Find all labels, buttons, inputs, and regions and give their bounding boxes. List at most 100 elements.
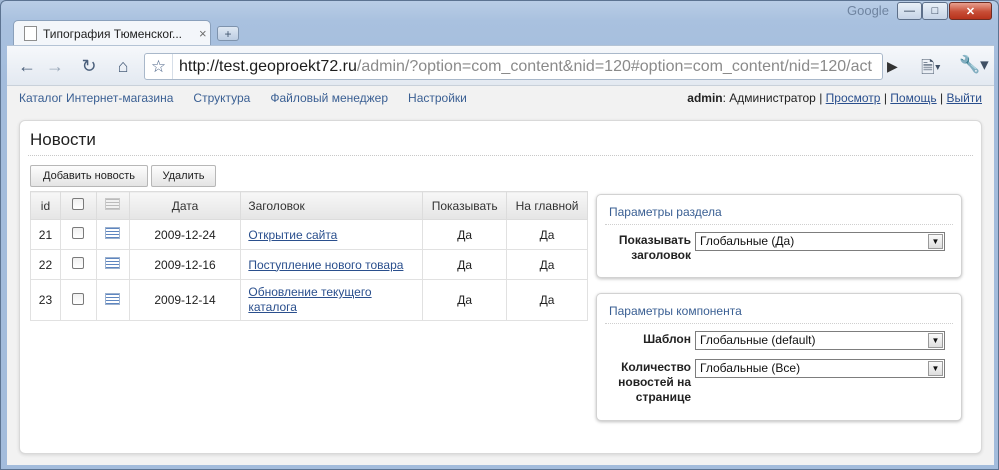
row-icon-cell xyxy=(95,249,130,280)
list-icon xyxy=(105,198,121,210)
table-header-row: id Дата Заголовок Показывать На главной xyxy=(30,191,588,220)
template-value: Глобальные (default) xyxy=(700,333,816,347)
go-arrow-icon[interactable]: ▶ xyxy=(887,58,907,76)
forward-arrow-icon[interactable]: → xyxy=(43,54,67,78)
row-main[interactable]: Да xyxy=(506,219,588,250)
col-show[interactable]: Показывать xyxy=(422,191,508,220)
row-checkbox[interactable] xyxy=(72,227,85,239)
article-icon[interactable] xyxy=(105,292,121,305)
chevron-down-icon[interactable]: ▼ xyxy=(928,361,943,376)
row-show[interactable]: Да xyxy=(422,279,508,321)
help-link[interactable]: Помощь xyxy=(890,91,936,105)
col-id[interactable]: id xyxy=(30,191,61,220)
component-params-title: Параметры компонента xyxy=(609,304,742,318)
select-all-checkbox[interactable] xyxy=(72,198,85,210)
row-show[interactable]: Да xyxy=(422,219,508,250)
col-date[interactable]: Дата xyxy=(128,191,242,220)
separator: | xyxy=(883,91,887,105)
logout-link[interactable]: Выйти xyxy=(946,91,982,105)
table-row: 22 2009-12-16 Поступление нового товара … xyxy=(30,249,588,280)
separator: | xyxy=(940,91,944,105)
page-title: Новости xyxy=(30,130,96,149)
row-checkbox-cell xyxy=(59,219,97,250)
table-row: 21 2009-12-24 Открытие сайта Да Да xyxy=(30,219,588,250)
chevron-down-icon[interactable]: ▼ xyxy=(928,333,943,348)
row-title-link[interactable]: Открытие сайта xyxy=(248,228,337,242)
minimize-button[interactable]: — xyxy=(897,2,922,20)
chevron-down-icon[interactable]: ▼ xyxy=(928,234,943,249)
wrench-menu-icon[interactable]: 🔧▾ xyxy=(959,55,989,75)
row-date: 2009-12-24 xyxy=(128,219,242,250)
section-params-title: Параметры раздела xyxy=(609,205,722,219)
news-table: id Дата Заголовок Показывать На главной … xyxy=(30,191,588,321)
nav-structure[interactable]: Структура xyxy=(193,91,250,105)
per-page-value: Глобальные (Все) xyxy=(700,361,801,375)
tab-title: Типография Тюменског... xyxy=(43,26,183,41)
table-row: 23 2009-12-14 Обновление текущего катало… xyxy=(30,279,588,321)
template-select[interactable]: Глобальные (default) ▼ xyxy=(695,331,945,350)
article-icon[interactable] xyxy=(105,227,121,239)
nav-settings[interactable]: Настройки xyxy=(408,91,467,105)
browser-toolbar: ← → ↻ ⌂ ☆ http://test.geoproekt72.ru/adm… xyxy=(7,45,994,85)
col-main[interactable]: На главной xyxy=(506,191,588,220)
news-panel: Новости Добавить новость Удалить id Дата… xyxy=(19,120,982,454)
add-news-button[interactable]: Добавить новость xyxy=(30,165,148,187)
divider xyxy=(605,224,953,225)
url-path: /admin/?option=com_content&nid=120#optio… xyxy=(356,57,873,75)
maximize-button[interactable]: □ xyxy=(922,2,948,20)
row-checkbox[interactable] xyxy=(72,257,85,269)
col-title[interactable]: Заголовок xyxy=(240,191,424,220)
reload-icon[interactable]: ↻ xyxy=(77,54,101,78)
new-tab-button[interactable]: + xyxy=(217,26,239,41)
component-params-box: Параметры компонента Шаблон Глобальные (… xyxy=(596,293,962,421)
section-params-box: Параметры раздела Показывать заголовок Г… xyxy=(596,194,962,278)
brand-label: Google xyxy=(847,3,889,18)
nav-catalog[interactable]: Каталог Интернет-магазина xyxy=(19,91,173,105)
user-name: admin xyxy=(687,91,723,105)
url-host: http://test.geoproekt72.ru xyxy=(179,57,357,75)
user-role: : Администратор xyxy=(722,91,816,105)
address-bar[interactable]: ☆ http://test.geoproekt72.ru/admin/?opti… xyxy=(144,53,883,80)
divider xyxy=(28,155,973,156)
row-date: 2009-12-16 xyxy=(128,249,242,280)
col-icon xyxy=(95,191,130,220)
row-title-cell: Открытие сайта xyxy=(240,219,424,250)
row-id: 21 xyxy=(30,219,61,250)
page-menu-icon[interactable]: 🗎▾ xyxy=(921,55,941,84)
close-window-button[interactable]: ✕ xyxy=(949,2,992,20)
row-title-link[interactable]: Обновление текущего каталога xyxy=(248,285,388,315)
home-icon[interactable]: ⌂ xyxy=(111,54,135,78)
row-title-cell: Поступление нового товара xyxy=(240,249,424,280)
row-title-link[interactable]: Поступление нового товара xyxy=(248,258,403,272)
per-page-select[interactable]: Глобальные (Все) ▼ xyxy=(695,359,945,378)
col-select-all[interactable] xyxy=(59,191,97,220)
row-main[interactable]: Да xyxy=(506,249,588,280)
template-label: Шаблон xyxy=(643,332,691,346)
divider xyxy=(605,323,953,324)
row-icon-cell xyxy=(95,279,130,321)
row-checkbox[interactable] xyxy=(72,292,85,305)
tab-close-icon[interactable]: × xyxy=(199,26,207,41)
view-site-link[interactable]: Просмотр xyxy=(826,91,881,105)
article-icon[interactable] xyxy=(105,257,121,269)
page-icon xyxy=(24,26,37,41)
show-title-label: Показывать заголовок xyxy=(618,233,691,262)
row-checkbox-cell xyxy=(59,249,97,280)
row-id: 22 xyxy=(30,249,61,280)
row-id: 23 xyxy=(30,279,61,321)
back-arrow-icon[interactable]: ← xyxy=(15,54,39,78)
show-title-select[interactable]: Глобальные (Да) ▼ xyxy=(695,232,945,251)
bookmark-star-icon[interactable]: ☆ xyxy=(145,54,173,79)
row-date: 2009-12-14 xyxy=(128,279,242,321)
row-main[interactable]: Да xyxy=(506,279,588,321)
row-show[interactable]: Да xyxy=(422,249,508,280)
per-page-label: Количество новостей на странице xyxy=(618,360,691,404)
delete-button[interactable]: Удалить xyxy=(151,165,216,187)
browser-tab[interactable]: Типография Тюменског... × xyxy=(13,20,211,46)
page-content: Каталог Интернет-магазина Структура Файл… xyxy=(7,85,994,465)
separator: | xyxy=(819,91,823,105)
url-text[interactable]: http://test.geoproekt72.ru/admin/?option… xyxy=(173,58,873,76)
nav-file-manager[interactable]: Файловый менеджер xyxy=(270,91,388,105)
row-icon-cell xyxy=(95,219,130,250)
user-area: admin: Администратор | Просмотр | Помощь… xyxy=(687,91,982,105)
